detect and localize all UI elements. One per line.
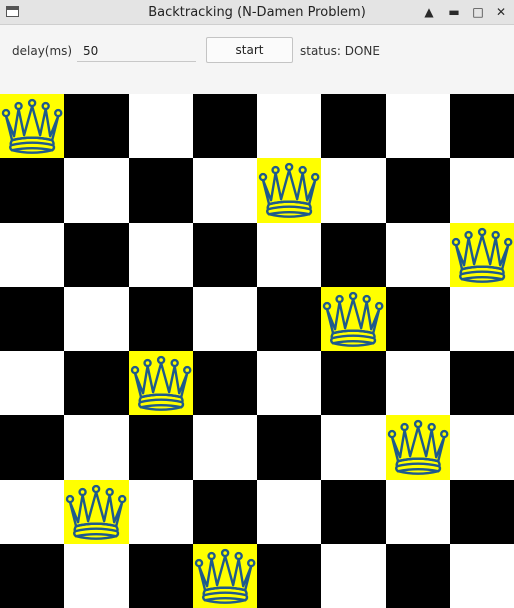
board-square: [128, 158, 193, 223]
board-square-queen: [257, 158, 322, 223]
board-square: [385, 351, 450, 416]
queen-icon: [258, 163, 320, 219]
board-square: [449, 479, 514, 544]
board-square: [449, 286, 514, 351]
board-square: [64, 351, 129, 416]
board-square: [321, 415, 386, 480]
board-square: [321, 94, 386, 159]
board-square: [64, 94, 129, 159]
board-square: [385, 543, 450, 608]
board-square-queen: [0, 94, 65, 159]
board-square: [64, 222, 129, 287]
board-square: [128, 94, 193, 159]
board-square: [449, 543, 514, 608]
board-square: [0, 543, 65, 608]
board-square: [0, 158, 65, 223]
board-square: [385, 286, 450, 351]
board-square: [64, 158, 129, 223]
queen-icon: [130, 355, 191, 411]
board-square: [449, 351, 514, 416]
board-square: [64, 543, 129, 608]
queen-icon: [1, 98, 63, 154]
board-square: [192, 94, 257, 159]
board-square: [192, 222, 257, 287]
board-square: [321, 158, 386, 223]
status-text: status: DONE: [300, 44, 380, 58]
board-square: [321, 222, 386, 287]
board-square: [0, 415, 65, 480]
board-square: [0, 222, 65, 287]
board-square-queen: [385, 415, 450, 480]
maximize-icon[interactable]: □: [470, 4, 486, 20]
board-square: [192, 286, 257, 351]
board-square: [128, 286, 193, 351]
board-square: [0, 479, 65, 544]
board-square: [192, 479, 257, 544]
control-panel: delay(ms) start status: DONE: [0, 25, 514, 94]
start-button[interactable]: start: [206, 37, 293, 63]
board-square: [257, 222, 322, 287]
board-square: [128, 543, 193, 608]
close-icon[interactable]: ✕: [493, 4, 509, 20]
queen-icon: [451, 227, 513, 283]
delay-label: delay(ms): [12, 44, 73, 58]
chess-board: [0, 94, 514, 608]
board-square: [321, 543, 386, 608]
board-square: [128, 479, 193, 544]
board-square: [321, 479, 386, 544]
keep-above-icon[interactable]: ▲: [421, 4, 437, 20]
board-square-queen: [128, 351, 193, 416]
board-square: [257, 286, 322, 351]
board-square: [64, 286, 129, 351]
board-square: [385, 222, 450, 287]
board-square: [257, 479, 322, 544]
delay-input[interactable]: [77, 40, 196, 62]
board-square: [192, 158, 257, 223]
title-bar: Backtracking (N-Damen Problem) ▲ ▬ □ ✕: [0, 0, 514, 25]
board-square-queen: [192, 543, 257, 608]
board-square: [321, 351, 386, 416]
queen-icon: [323, 291, 384, 347]
board-square-queen: [449, 222, 514, 287]
board-square: [385, 479, 450, 544]
board-square: [128, 222, 193, 287]
queen-icon: [387, 420, 448, 476]
board-square: [128, 415, 193, 480]
board-square: [0, 286, 65, 351]
board-square: [64, 415, 129, 480]
board-square: [257, 543, 322, 608]
board-square: [0, 351, 65, 416]
board-square: [192, 415, 257, 480]
board-square: [385, 158, 450, 223]
minimize-icon[interactable]: ▬: [446, 4, 462, 20]
queen-icon: [194, 548, 256, 604]
queen-icon: [66, 484, 127, 540]
board-square: [449, 415, 514, 480]
board-square: [449, 158, 514, 223]
board-square: [192, 351, 257, 416]
board-square: [257, 351, 322, 416]
board-square: [385, 94, 450, 159]
app-window: Backtracking (N-Damen Problem) ▲ ▬ □ ✕ d…: [0, 0, 514, 608]
board-square: [449, 94, 514, 159]
board-square-queen: [321, 286, 386, 351]
board-square: [257, 94, 322, 159]
board-square: [257, 415, 322, 480]
board-square-queen: [64, 479, 129, 544]
